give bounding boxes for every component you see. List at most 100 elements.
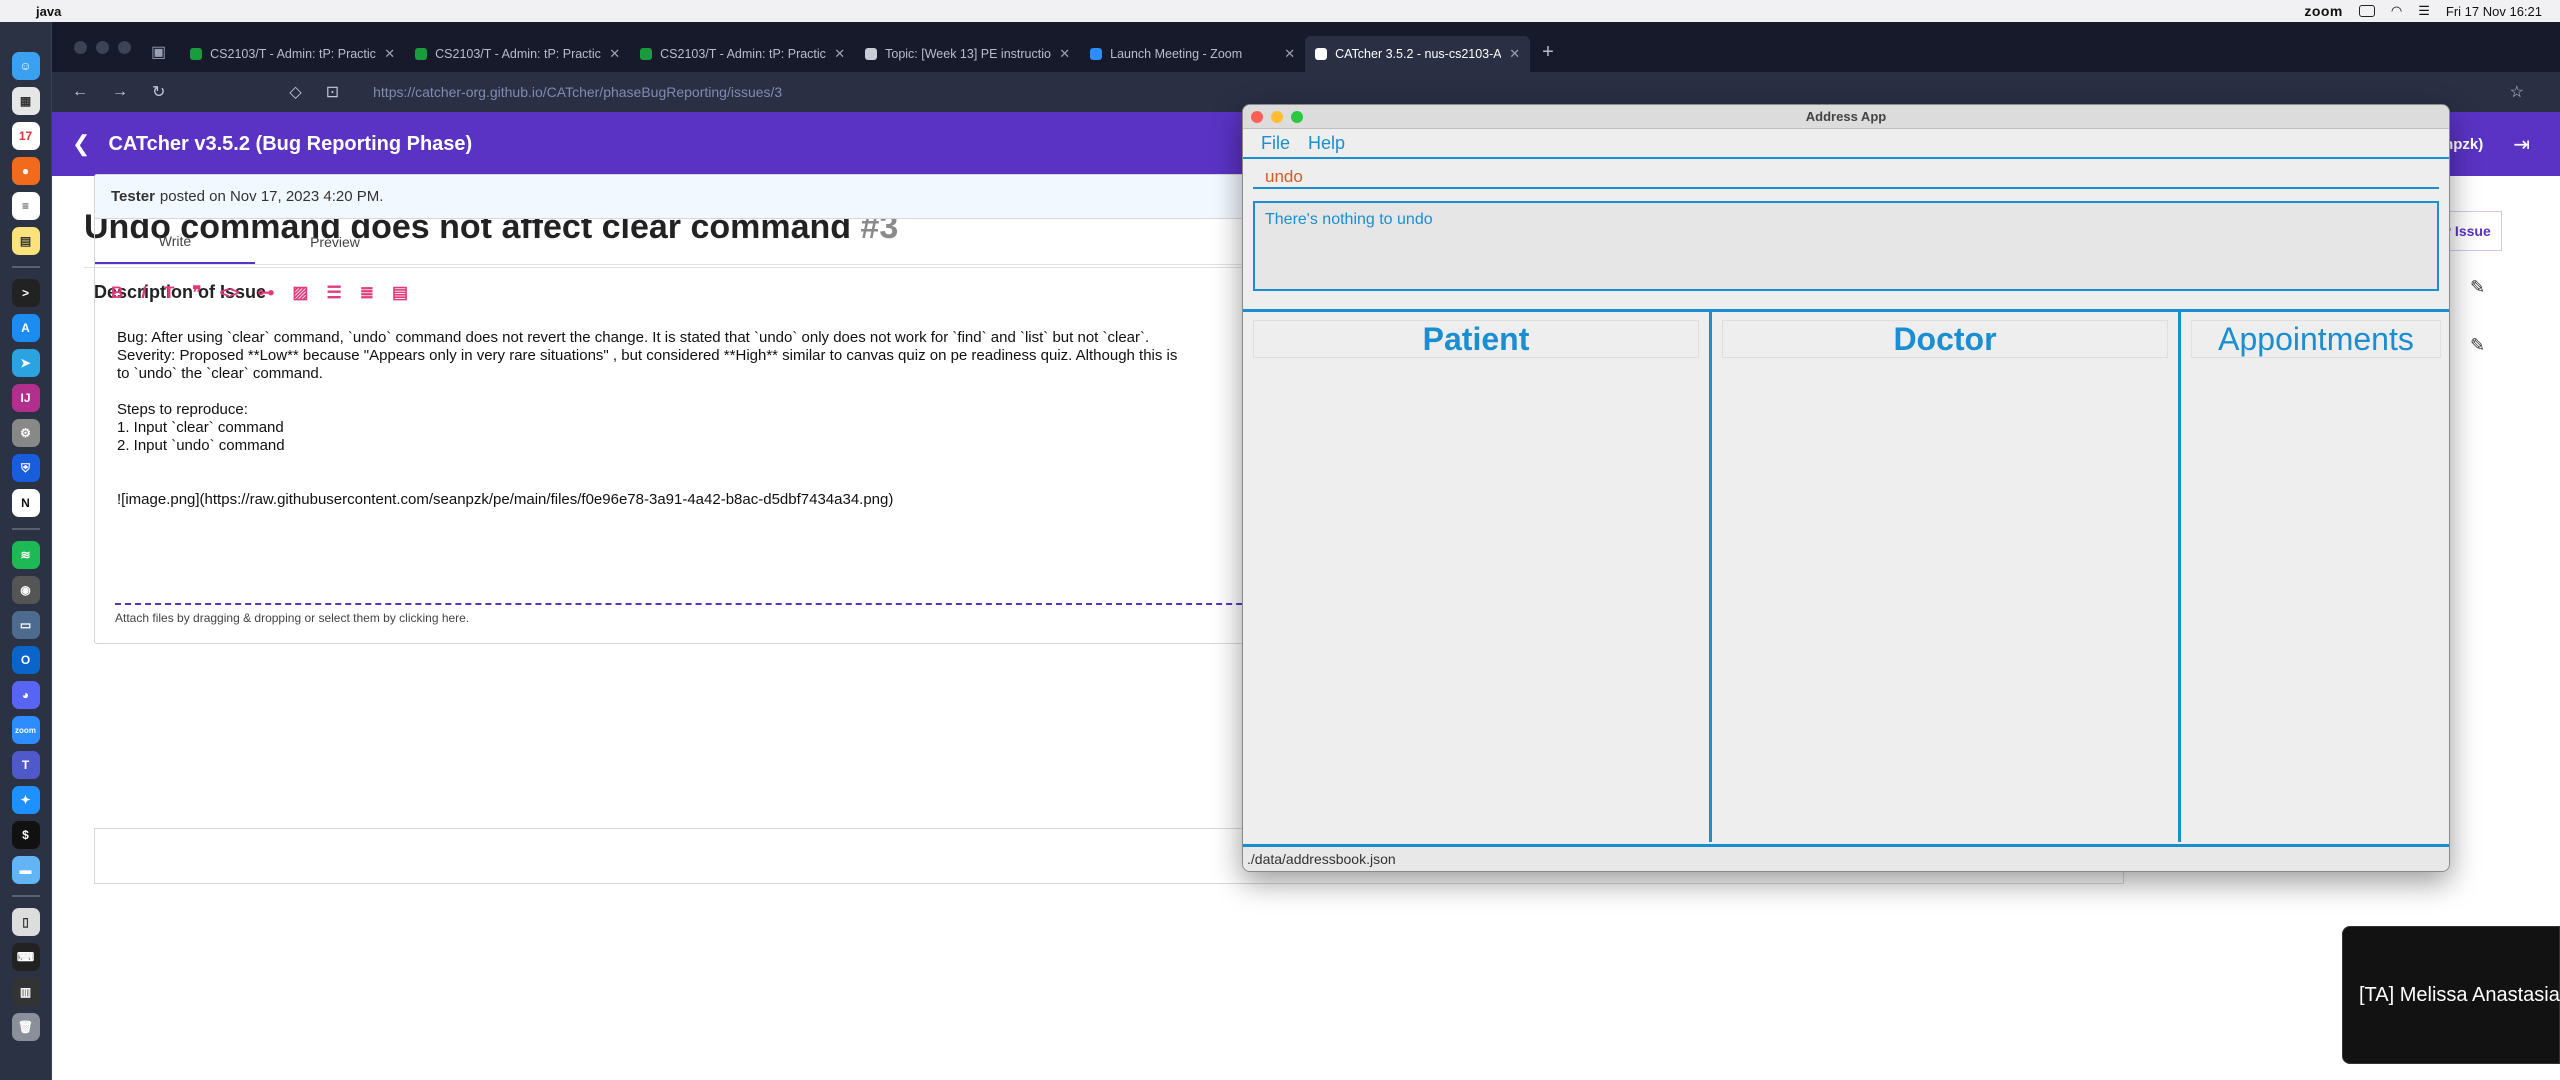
tab-label: CATcher 3.5.2 - nus-cs2103-AY xyxy=(1335,47,1502,61)
logout-icon[interactable]: ⇥ xyxy=(2513,132,2530,157)
tab-overview-icon[interactable]: ▣ xyxy=(151,42,180,72)
tab-close-icon[interactable]: ✕ xyxy=(1284,46,1295,62)
dock-separator xyxy=(11,895,40,897)
status-bar-path: ./data/addressbook.json xyxy=(1243,844,2449,871)
edit-pencil-icon[interactable]: ✎ xyxy=(2470,277,2485,298)
zoom-status-label[interactable]: zoom xyxy=(2304,3,2343,19)
telegram-icon[interactable]: ➤ xyxy=(11,349,40,377)
tab-close-icon[interactable]: ✕ xyxy=(1059,46,1070,62)
tab-favicon-icon xyxy=(415,48,428,60)
preview-icon[interactable]: ◉ xyxy=(11,576,40,604)
menu-help[interactable]: Help xyxy=(1308,133,1345,154)
command-input[interactable]: undo xyxy=(1253,165,2439,189)
appointment-list-header: Appointments xyxy=(2191,320,2441,358)
appstore-icon[interactable]: A xyxy=(11,314,40,342)
forward-arrow-icon[interactable]: → xyxy=(112,83,128,101)
menu-file[interactable]: File xyxy=(1261,133,1290,154)
browser-tab[interactable]: Launch Meeting - Zoom ✕ xyxy=(1080,36,1305,72)
control-center-icon[interactable]: ☰ xyxy=(2418,3,2430,19)
keyboard-icon[interactable]: ⌨ xyxy=(11,943,40,971)
browser-tab-active[interactable]: CATcher 3.5.2 - nus-cs2103-AY ✕ xyxy=(1305,36,1531,72)
tab-close-icon[interactable]: ✕ xyxy=(609,46,620,62)
notion-icon[interactable]: N xyxy=(11,489,40,517)
quote-icon[interactable]: ❞ xyxy=(192,283,201,303)
address-app-titlebar: Address App xyxy=(1243,105,2449,129)
tab-favicon-icon xyxy=(190,48,203,60)
edit-pencil-icon[interactable]: ✎ xyxy=(2470,335,2485,356)
italic-icon[interactable]: I xyxy=(141,283,146,303)
finder-icon[interactable]: ☺ xyxy=(11,52,40,80)
zoom-icon[interactable]: zoom xyxy=(11,716,40,744)
intellij-icon[interactable]: IJ xyxy=(11,384,40,412)
code-icon[interactable]: <> xyxy=(220,283,240,303)
settings-icon[interactable]: ⚙ xyxy=(11,419,40,447)
active-app-name[interactable]: java xyxy=(36,4,61,19)
shield-icon[interactable]: ◇ xyxy=(289,82,301,102)
terminal-icon[interactable]: > xyxy=(11,279,40,307)
task-list-icon[interactable]: ▤ xyxy=(392,283,408,303)
zoom-participant-window[interactable]: [TA] Melissa Anastasia xyxy=(2342,926,2560,1064)
bookmark-star-icon[interactable]: ☆ xyxy=(2510,82,2524,102)
tab-close-icon[interactable]: ✕ xyxy=(1509,46,1520,62)
tab-label: CS2103/T - Admin: tP: Practical xyxy=(660,47,827,61)
reload-icon[interactable]: ↻ xyxy=(152,82,165,102)
image-icon[interactable]: ▨ xyxy=(292,283,308,303)
outlook-icon[interactable]: O xyxy=(11,646,40,674)
dock-separator xyxy=(11,528,40,530)
patient-list-panel[interactable]: Patient xyxy=(1243,312,1712,842)
notes-icon[interactable]: ▤ xyxy=(11,227,40,255)
close-window-button[interactable] xyxy=(74,41,87,54)
battery-icon[interactable] xyxy=(2358,5,2375,17)
bold-icon[interactable]: B xyxy=(111,283,123,303)
tab-close-icon[interactable]: ✕ xyxy=(384,46,395,62)
macos-menu-bar: java zoom ◠ ☰ Fri 17 Nov 16:21 xyxy=(0,0,2560,22)
tab-preview[interactable]: Preview xyxy=(255,219,415,264)
numbered-list-icon[interactable]: ≣ xyxy=(360,283,374,303)
heading-icon[interactable]: T xyxy=(164,283,174,303)
tab-close-icon[interactable]: ✕ xyxy=(834,46,845,62)
tab-bar: ▣ CS2103/T - Admin: tP: Practical ✕ CS21… xyxy=(52,22,2560,72)
wifi-icon[interactable]: ◠ xyxy=(2391,3,2402,19)
address-app-window: Address App File Help undo There's nothi… xyxy=(1242,104,2450,872)
discord-icon[interactable]: ◕ xyxy=(11,681,40,709)
datetime[interactable]: Fri 17 Nov 16:21 xyxy=(2446,4,2542,19)
tab-label: Launch Meeting - Zoom xyxy=(1110,47,1243,61)
appointment-list-panel[interactable]: Appointments xyxy=(2181,312,2449,842)
browser-tab[interactable]: CS2103/T - Admin: tP: Practical ✕ xyxy=(405,36,630,72)
address-app-title: Address App xyxy=(1805,109,1887,124)
safari-icon[interactable]: ✦ xyxy=(11,786,40,814)
calendar-icon[interactable]: 17 xyxy=(11,122,40,150)
firefox-icon[interactable]: ● xyxy=(11,157,40,185)
teams-icon[interactable]: T xyxy=(11,751,40,779)
doctor-list-panel[interactable]: Doctor xyxy=(1712,312,2181,842)
back-chevron-icon[interactable]: ❮ xyxy=(72,131,90,157)
bullet-list-icon[interactable]: ☰ xyxy=(326,283,341,303)
tab-favicon-icon xyxy=(640,48,653,60)
tab-write[interactable]: Write xyxy=(95,219,255,264)
browser-tab[interactable]: Topic: [Week 13] PE instruction ✕ xyxy=(855,36,1080,72)
window-controls xyxy=(62,41,151,72)
patient-list-header: Patient xyxy=(1253,320,1699,358)
trash-icon[interactable]: 🗑 xyxy=(11,1013,40,1041)
launchpad-icon[interactable]: ▦ xyxy=(11,87,40,115)
url-bar[interactable]: https://catcher-org.github.io/CATcher/ph… xyxy=(373,84,782,100)
browser-tab[interactable]: CS2103/T - Admin: tP: Practical ✕ xyxy=(180,36,405,72)
spotify-icon[interactable]: ≋ xyxy=(11,541,40,569)
maximize-window-button[interactable] xyxy=(118,41,131,54)
iterm-icon[interactable]: $ xyxy=(11,821,40,849)
browser-tab[interactable]: CS2103/T - Admin: tP: Practical ✕ xyxy=(630,36,855,72)
screens-icon[interactable]: ▭ xyxy=(11,611,40,639)
minimize-window-button[interactable] xyxy=(96,41,109,54)
tab-label: CS2103/T - Admin: tP: Practical xyxy=(435,47,602,61)
lists-panel: Patient Doctor Appointments xyxy=(1243,309,2449,842)
participant-name: [TA] Melissa Anastasia xyxy=(2359,983,2560,1006)
reminders-icon[interactable]: ≡ xyxy=(11,192,40,220)
link-icon[interactable]: ⊶ xyxy=(257,283,274,303)
notepad-icon[interactable]: ▥ xyxy=(11,978,40,1006)
folder-icon[interactable]: ▬ xyxy=(11,856,40,884)
lock-icon[interactable]: ⊡ xyxy=(326,82,339,102)
bitwarden-icon[interactable]: ⛨ xyxy=(11,454,40,482)
new-tab-icon[interactable]: + xyxy=(1530,41,1554,72)
back-arrow-icon[interactable]: ← xyxy=(72,83,88,101)
document-icon[interactable]: ▯ xyxy=(11,908,40,936)
